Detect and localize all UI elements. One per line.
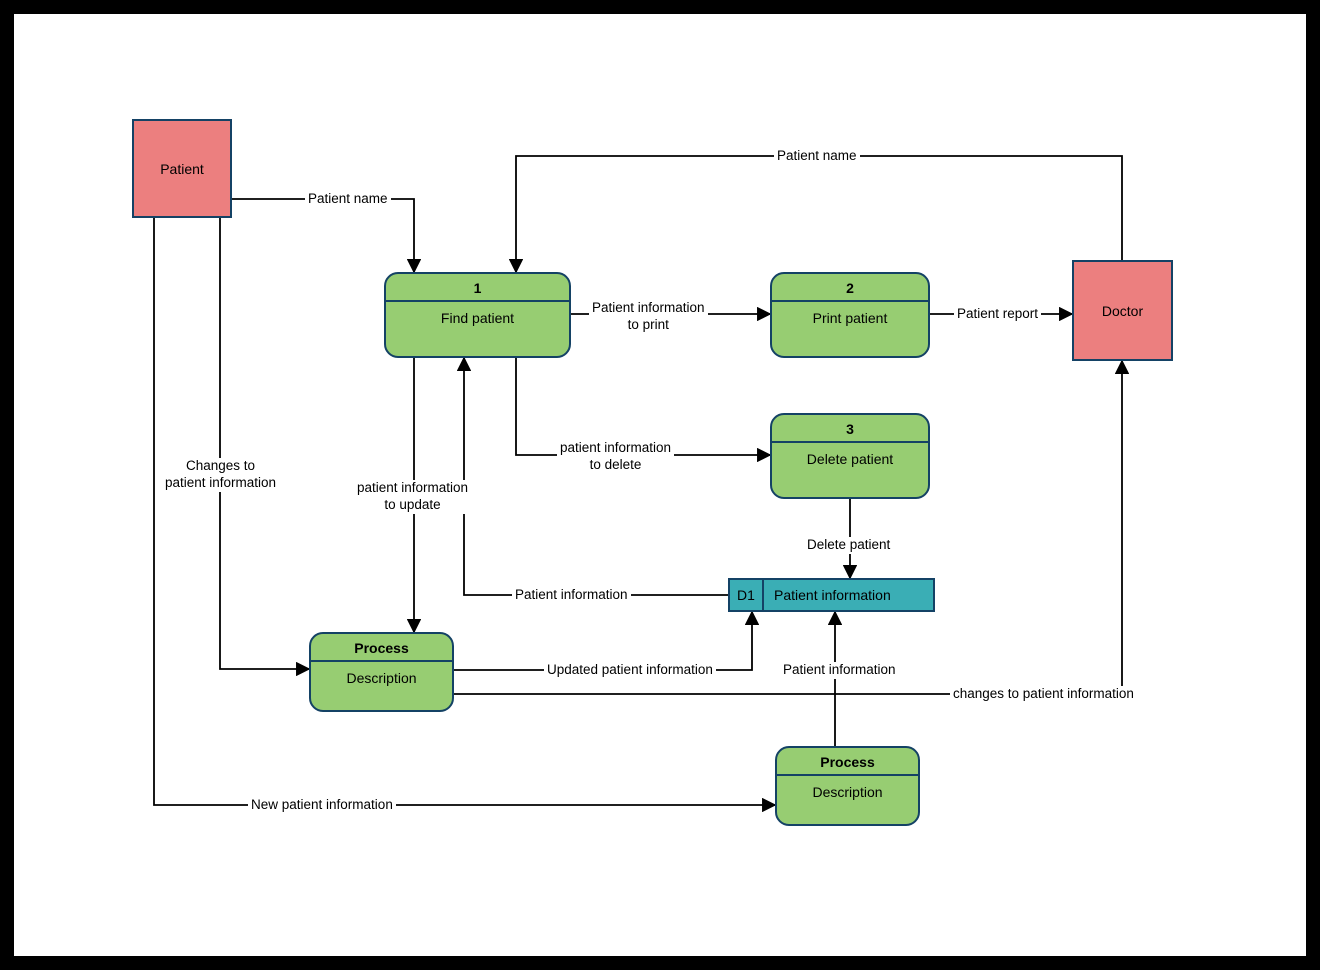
entity-patient: Patient — [132, 119, 232, 218]
entity-doctor: Doctor — [1072, 260, 1173, 361]
flow-label: Changes to patient information — [162, 458, 279, 492]
process-title: Description — [777, 776, 918, 808]
process-number: 1 — [386, 274, 569, 302]
process-find-patient: 1 Find patient — [384, 272, 571, 358]
entity-label: Patient — [160, 161, 204, 177]
flow-label: Patient name — [774, 148, 860, 165]
flow-label: Patient information — [512, 587, 631, 604]
process-number: 2 — [772, 274, 928, 302]
flow-label: Patient name — [305, 191, 391, 208]
process-delete-patient: 3 Delete patient — [770, 413, 930, 499]
datastore-patient-info: D1 Patient information — [728, 578, 935, 612]
process-title: Print patient — [772, 302, 928, 334]
process-title: Find patient — [386, 302, 569, 334]
flow-label: Patient report — [954, 306, 1041, 323]
process-new: Process Description — [775, 746, 920, 826]
flow-label: New patient information — [248, 797, 396, 814]
diagram-canvas: Patient Doctor 1 Find patient 2 Print pa… — [14, 14, 1306, 956]
process-number: Process — [777, 748, 918, 776]
flow-label: patient information to update — [354, 480, 471, 514]
process-number: Process — [311, 634, 452, 662]
flow-label: patient information to delete — [557, 440, 674, 474]
flow-label: Updated patient information — [544, 662, 716, 679]
flow-label: Patient information to print — [589, 300, 708, 334]
process-title: Description — [311, 662, 452, 694]
process-print-patient: 2 Print patient — [770, 272, 930, 358]
entity-label: Doctor — [1102, 303, 1143, 319]
datastore-name: Patient information — [764, 580, 933, 610]
datastore-id: D1 — [730, 580, 764, 610]
process-title: Delete patient — [772, 443, 928, 475]
flow-label: Delete patient — [804, 537, 893, 554]
flow-label: Patient information — [780, 662, 899, 679]
process-number: 3 — [772, 415, 928, 443]
process-update: Process Description — [309, 632, 454, 712]
flow-label: changes to patient information — [950, 686, 1137, 703]
